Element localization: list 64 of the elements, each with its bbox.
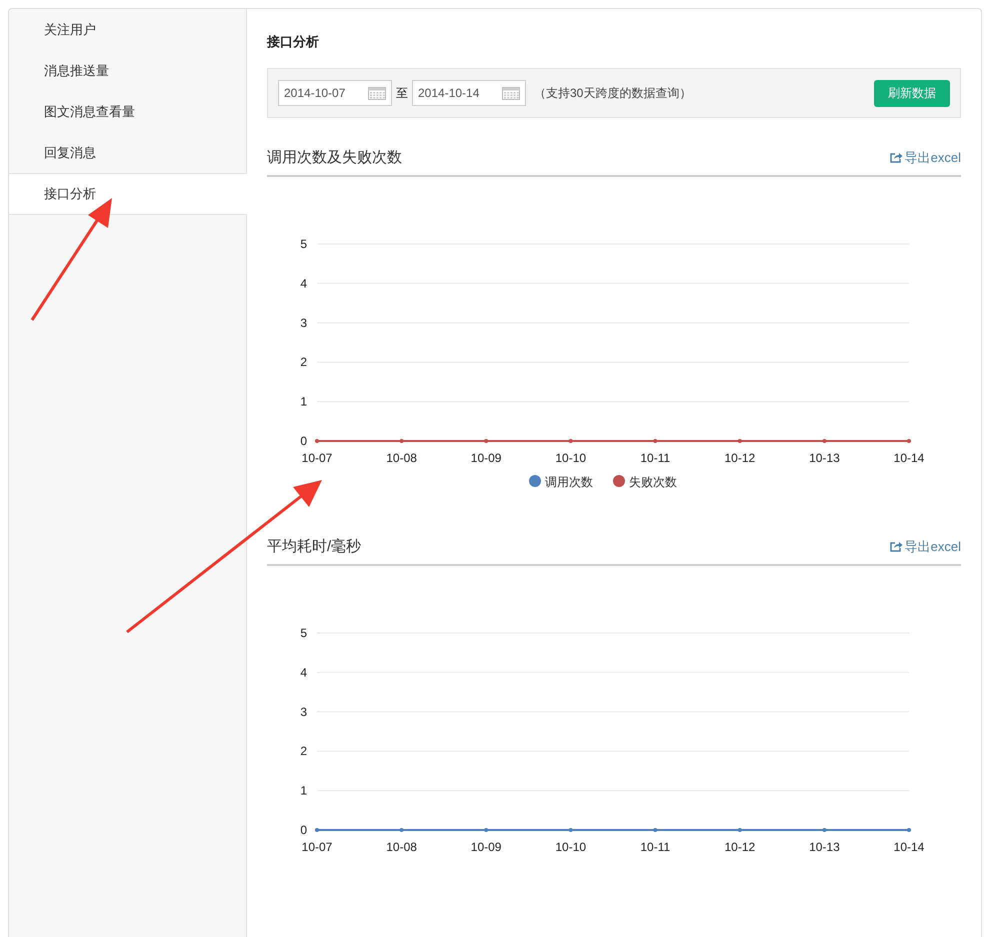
data-point <box>907 828 911 832</box>
data-point <box>315 439 319 443</box>
y-tick-label: 5 <box>300 237 307 251</box>
x-tick-label: 10-09 <box>470 840 502 854</box>
data-point <box>568 439 573 443</box>
data-point <box>907 439 911 443</box>
data-point <box>653 828 658 832</box>
legend-label: 调用次数 <box>545 475 593 489</box>
x-tick-label: 10-12 <box>724 840 756 854</box>
end-date-field[interactable]: 2014-10-14 <box>412 80 526 106</box>
x-tick-label: 10-14 <box>894 840 924 854</box>
y-tick-label: 3 <box>300 316 307 330</box>
section-title: 平均耗时/毫秒 <box>267 537 362 556</box>
data-point <box>400 828 404 832</box>
y-tick-label: 0 <box>300 434 307 448</box>
y-tick-label: 3 <box>300 704 307 719</box>
sidebar-item[interactable]: 关注用户 <box>9 9 246 51</box>
y-tick-label: 2 <box>300 355 307 370</box>
data-point <box>400 439 404 443</box>
x-tick-label: 10-11 <box>640 840 670 854</box>
data-point <box>738 439 742 443</box>
export-icon <box>890 152 903 163</box>
calendar-icon <box>368 86 386 100</box>
start-date-field[interactable]: 2014-10-07 <box>278 80 392 106</box>
date-separator: 至 <box>396 84 408 102</box>
y-tick-label: 1 <box>300 394 307 409</box>
legend-label: 失败次数 <box>629 475 677 489</box>
data-point <box>484 439 488 443</box>
sidebar-item[interactable]: 回复消息 <box>9 132 246 174</box>
x-tick-label: 10-07 <box>302 840 332 854</box>
section-title: 调用次数及失败次数 <box>267 148 402 167</box>
calendar-icon <box>502 86 520 100</box>
y-tick-label: 0 <box>300 823 307 837</box>
x-tick-label: 10-08 <box>386 451 417 465</box>
sidebar-item[interactable]: 消息推送量 <box>9 50 246 92</box>
y-tick-label: 1 <box>300 784 307 798</box>
data-point <box>822 828 826 832</box>
x-tick-label: 10-13 <box>809 451 840 465</box>
range-hint: （支持30天跨度的数据查询） <box>534 84 692 102</box>
data-point <box>653 439 658 443</box>
x-tick-label: 10-12 <box>724 451 756 465</box>
x-tick-label: 10-10 <box>555 451 586 465</box>
y-tick-label: 4 <box>300 276 307 290</box>
x-tick-label: 10-07 <box>302 451 332 465</box>
export-icon <box>890 541 903 552</box>
export-link[interactable]: 导出excel <box>890 538 961 556</box>
y-tick-label: 2 <box>300 744 307 758</box>
data-point <box>822 439 826 443</box>
x-tick-label: 10-13 <box>809 840 840 854</box>
sidebar-item[interactable]: 接口分析 <box>9 173 247 215</box>
page-title: 接口分析 <box>267 33 320 51</box>
sidebar-item[interactable]: 图文消息查看量 <box>9 91 246 133</box>
export-link[interactable]: 导出excel <box>890 148 961 166</box>
x-tick-label: 10-08 <box>386 840 417 854</box>
data-point <box>484 828 488 832</box>
x-tick-label: 10-10 <box>555 840 586 854</box>
y-tick-label: 5 <box>300 626 307 640</box>
x-tick-label: 10-09 <box>470 451 502 465</box>
y-tick-label: 4 <box>300 665 307 680</box>
data-point <box>738 828 742 832</box>
x-tick-label: 10-11 <box>640 451 670 465</box>
x-tick-label: 10-14 <box>894 451 924 465</box>
data-point <box>315 828 319 832</box>
data-point <box>568 828 573 832</box>
